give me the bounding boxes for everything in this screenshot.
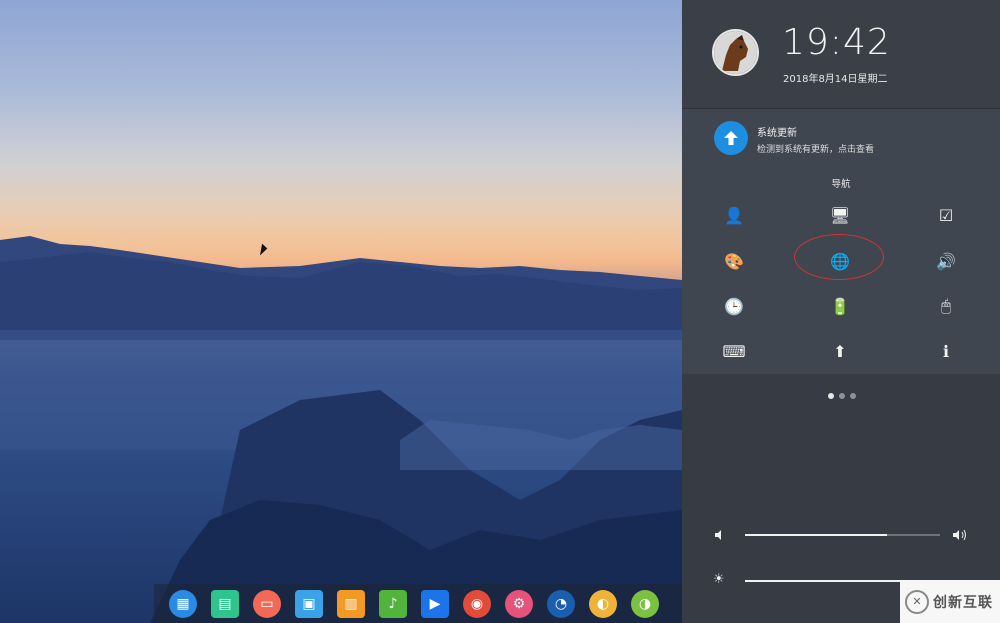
- brightness-icon: ☀: [713, 572, 725, 587]
- video-icon[interactable]: ▭: [253, 589, 281, 618]
- page-dot[interactable]: [828, 393, 834, 399]
- calendar-check-icon[interactable]: ☑: [926, 195, 966, 235]
- launcher-icon[interactable]: ▦: [169, 589, 197, 618]
- gauge-icon[interactable]: ◔: [547, 589, 575, 618]
- volume-slider[interactable]: [745, 534, 940, 536]
- page-dot[interactable]: [850, 393, 856, 399]
- clock-time: 19:42: [782, 22, 891, 63]
- music-icon[interactable]: ♪: [379, 589, 407, 618]
- watermark: ✕ 创新互联: [900, 580, 1000, 623]
- gift-icon[interactable]: ▥: [337, 589, 365, 618]
- gear-icon[interactable]: ⚙: [505, 589, 533, 618]
- app-icon[interactable]: ◑: [631, 589, 659, 618]
- monitor-icon[interactable]: 🖥: [820, 195, 860, 235]
- update-notification-icon[interactable]: [714, 121, 748, 155]
- upload-arrow-icon[interactable]: ⬆: [820, 331, 860, 371]
- speaker-icon[interactable]: 🔊: [926, 241, 966, 281]
- clock-date: 2018年8月14日星期二: [783, 74, 888, 85]
- volume-slider-row: [712, 525, 972, 545]
- highlight-annotation: [794, 234, 884, 280]
- dock: ▦ ▤ ▭ ▣ ▥ ♪ ▶ ◉ ⚙ ◔ ◐ ◑: [154, 584, 682, 623]
- keyboard-icon[interactable]: ⌨: [714, 331, 754, 371]
- movie-icon[interactable]: ▶: [421, 589, 449, 618]
- palette-icon[interactable]: 🎨: [714, 241, 754, 281]
- info-icon[interactable]: ℹ: [926, 331, 966, 371]
- notification-body[interactable]: 检测到系统有更新，点击查看: [757, 142, 874, 155]
- chrome-icon[interactable]: ◉: [463, 589, 491, 618]
- volume-high-icon: [953, 529, 966, 541]
- store-icon[interactable]: ▣: [295, 589, 323, 618]
- mouse-icon[interactable]: 🖱: [926, 286, 966, 326]
- volume-low-icon: [715, 530, 721, 540]
- browser-icon[interactable]: ◐: [589, 589, 617, 618]
- watermark-logo-icon: ✕: [905, 589, 929, 614]
- folder-icon[interactable]: ▤: [211, 589, 239, 618]
- user-icon[interactable]: 👤: [714, 195, 754, 235]
- battery-icon[interactable]: 🔋: [820, 286, 860, 326]
- notification-title[interactable]: 系统更新: [757, 124, 797, 139]
- mountain-landscape: [0, 236, 682, 623]
- horse-avatar-image: [714, 31, 757, 74]
- panel-header: 19:42 2018年8月14日星期二: [682, 0, 1000, 109]
- user-avatar[interactable]: [712, 29, 759, 76]
- clock-icon[interactable]: 🕒: [714, 286, 754, 326]
- page-dot[interactable]: [839, 393, 845, 399]
- section-title: 导航: [831, 179, 851, 190]
- page-indicator: [828, 393, 856, 399]
- volume-slider-fill: [745, 534, 888, 536]
- watermark-text: 创新互联: [933, 594, 993, 611]
- desktop-wallpaper: [0, 0, 682, 623]
- up-arrow-icon: [724, 131, 738, 145]
- control-center-panel: 19:42 2018年8月14日星期二 系统更新 检测到系统有更新，点击查看 导…: [682, 0, 1000, 623]
